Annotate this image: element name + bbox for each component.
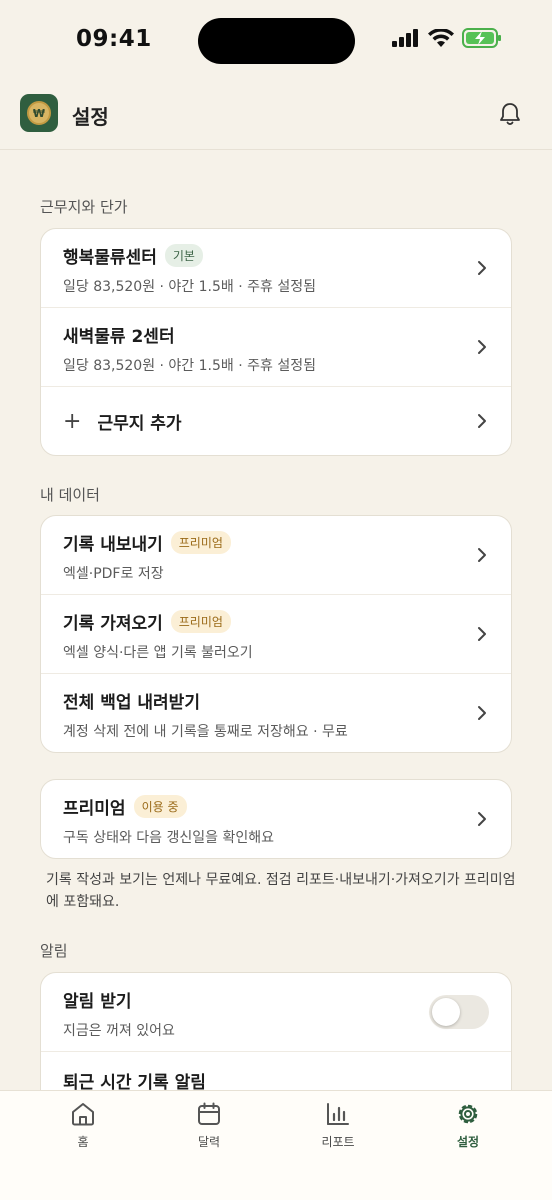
toggle-knob bbox=[432, 998, 460, 1026]
full-backup-title: 전체 백업 내려받기 bbox=[63, 693, 200, 713]
premium-badge: 프리미엄 bbox=[170, 531, 231, 554]
notifications-title: 알림 받기 bbox=[63, 992, 132, 1012]
export-records-title: 기록 내보내기 bbox=[63, 535, 163, 555]
section-title-notifications: 알림 bbox=[40, 942, 68, 960]
import-records-sub: 엑셀 양식·다른 앱 기록 불러오기 bbox=[63, 645, 253, 661]
chevron-right-icon bbox=[478, 340, 486, 354]
chevron-right-icon bbox=[478, 812, 486, 826]
gear-icon bbox=[458, 1104, 478, 1124]
bell-icon[interactable] bbox=[498, 101, 522, 127]
tab-settings[interactable]: 설정 bbox=[428, 1101, 508, 1150]
subscribed-badge: 이용 중 bbox=[133, 795, 187, 818]
page-title: 설정 bbox=[72, 105, 109, 129]
battery-icon bbox=[462, 28, 501, 48]
tab-calendar[interactable]: 달력 bbox=[169, 1101, 249, 1150]
tab-bar: 홈 달력 리포트 설정 bbox=[0, 1090, 552, 1200]
chevron-right-icon bbox=[478, 261, 486, 275]
chevron-right-icon bbox=[478, 414, 486, 428]
tab-report[interactable]: 리포트 bbox=[298, 1101, 378, 1150]
premium-row[interactable]: 프리미엄 이용 중 구독 상태와 다음 갱신일을 확인해요 bbox=[41, 780, 511, 858]
premium-card: 프리미엄 이용 중 구독 상태와 다음 갱신일을 확인해요 bbox=[40, 779, 512, 859]
workplace-name: 새벽물류 2센터 bbox=[63, 327, 175, 347]
default-badge: 기본 bbox=[164, 244, 203, 267]
section-title-workplaces: 근무지와 단가 bbox=[40, 198, 128, 216]
tab-label: 홈 bbox=[77, 1135, 89, 1149]
tab-label: 달력 bbox=[197, 1135, 221, 1149]
tab-home[interactable]: 홈 bbox=[43, 1101, 123, 1150]
chevron-right-icon bbox=[478, 627, 486, 641]
calendar-icon bbox=[198, 1102, 220, 1125]
workplace-rate: 일당 83,520원 · 야간 1.5배 · 주휴 설정됨 bbox=[63, 279, 316, 295]
workplace-row[interactable]: 새벽물류 2센터 일당 83,520원 · 야간 1.5배 · 주휴 설정됨 bbox=[41, 308, 511, 387]
full-backup-sub: 계정 삭제 전에 내 기록을 통째로 저장해요 · 무료 bbox=[63, 724, 348, 740]
notifications-sub: 지금은 꺼져 있어요 bbox=[63, 1023, 175, 1039]
workplaces-card: 행복물류센터 기본 일당 83,520원 · 야간 1.5배 · 주휴 설정됨 … bbox=[40, 228, 512, 456]
home-icon bbox=[72, 1103, 94, 1126]
wifi-icon bbox=[428, 28, 454, 47]
tab-label: 설정 bbox=[456, 1135, 480, 1149]
app-logo: ₩ bbox=[20, 94, 58, 132]
import-records-title: 기록 가져오기 bbox=[63, 614, 163, 634]
premium-note: 기록 작성과 보기는 언제나 무료예요. 점검 리포트·내보내기·가져오기가 프… bbox=[46, 872, 516, 910]
workplace-row[interactable]: 행복물류센터 기본 일당 83,520원 · 야간 1.5배 · 주휴 설정됨 bbox=[41, 229, 511, 308]
import-records-row[interactable]: 기록 가져오기 프리미엄 엑셀 양식·다른 앱 기록 불러오기 bbox=[41, 595, 511, 674]
status-time: 09:41 bbox=[76, 26, 152, 52]
chevron-right-icon bbox=[478, 706, 486, 720]
export-records-row[interactable]: 기록 내보내기 프리미엄 엑셀·PDF로 저장 bbox=[41, 516, 511, 595]
notifications-row: 알림 받기 지금은 꺼져 있어요 bbox=[41, 973, 511, 1052]
premium-title: 프리미엄 bbox=[63, 799, 126, 819]
notifications-toggle[interactable] bbox=[429, 995, 489, 1029]
app-header: ₩ 설정 bbox=[0, 84, 552, 150]
workplace-name: 행복물류센터 bbox=[63, 248, 157, 268]
premium-badge: 프리미엄 bbox=[170, 610, 231, 633]
full-backup-row[interactable]: 전체 백업 내려받기 계정 삭제 전에 내 기록을 통째로 저장해요 · 무료 bbox=[41, 674, 511, 752]
workplace-rate: 일당 83,520원 · 야간 1.5배 · 주휴 설정됨 bbox=[63, 358, 316, 374]
premium-sub: 구독 상태와 다음 갱신일을 확인해요 bbox=[63, 830, 274, 846]
tab-label: 리포트 bbox=[321, 1135, 355, 1149]
status-icons bbox=[392, 28, 502, 48]
signal-icon bbox=[392, 29, 418, 47]
export-records-sub: 엑셀·PDF로 저장 bbox=[63, 566, 164, 582]
plus-icon: + bbox=[63, 408, 82, 434]
data-card: 기록 내보내기 프리미엄 엑셀·PDF로 저장 기록 가져오기 프리미엄 엑셀 … bbox=[40, 515, 512, 753]
bar-chart-icon bbox=[327, 1103, 349, 1125]
chevron-right-icon bbox=[478, 548, 486, 562]
add-workplace-label: 근무지 추가 bbox=[97, 413, 182, 434]
add-workplace-button[interactable]: + 근무지 추가 bbox=[41, 387, 511, 455]
dynamic-island bbox=[198, 18, 355, 64]
section-title-data: 내 데이터 bbox=[40, 486, 100, 504]
coin-icon: ₩ bbox=[27, 101, 51, 125]
status-bar: 09:41 bbox=[0, 0, 552, 84]
